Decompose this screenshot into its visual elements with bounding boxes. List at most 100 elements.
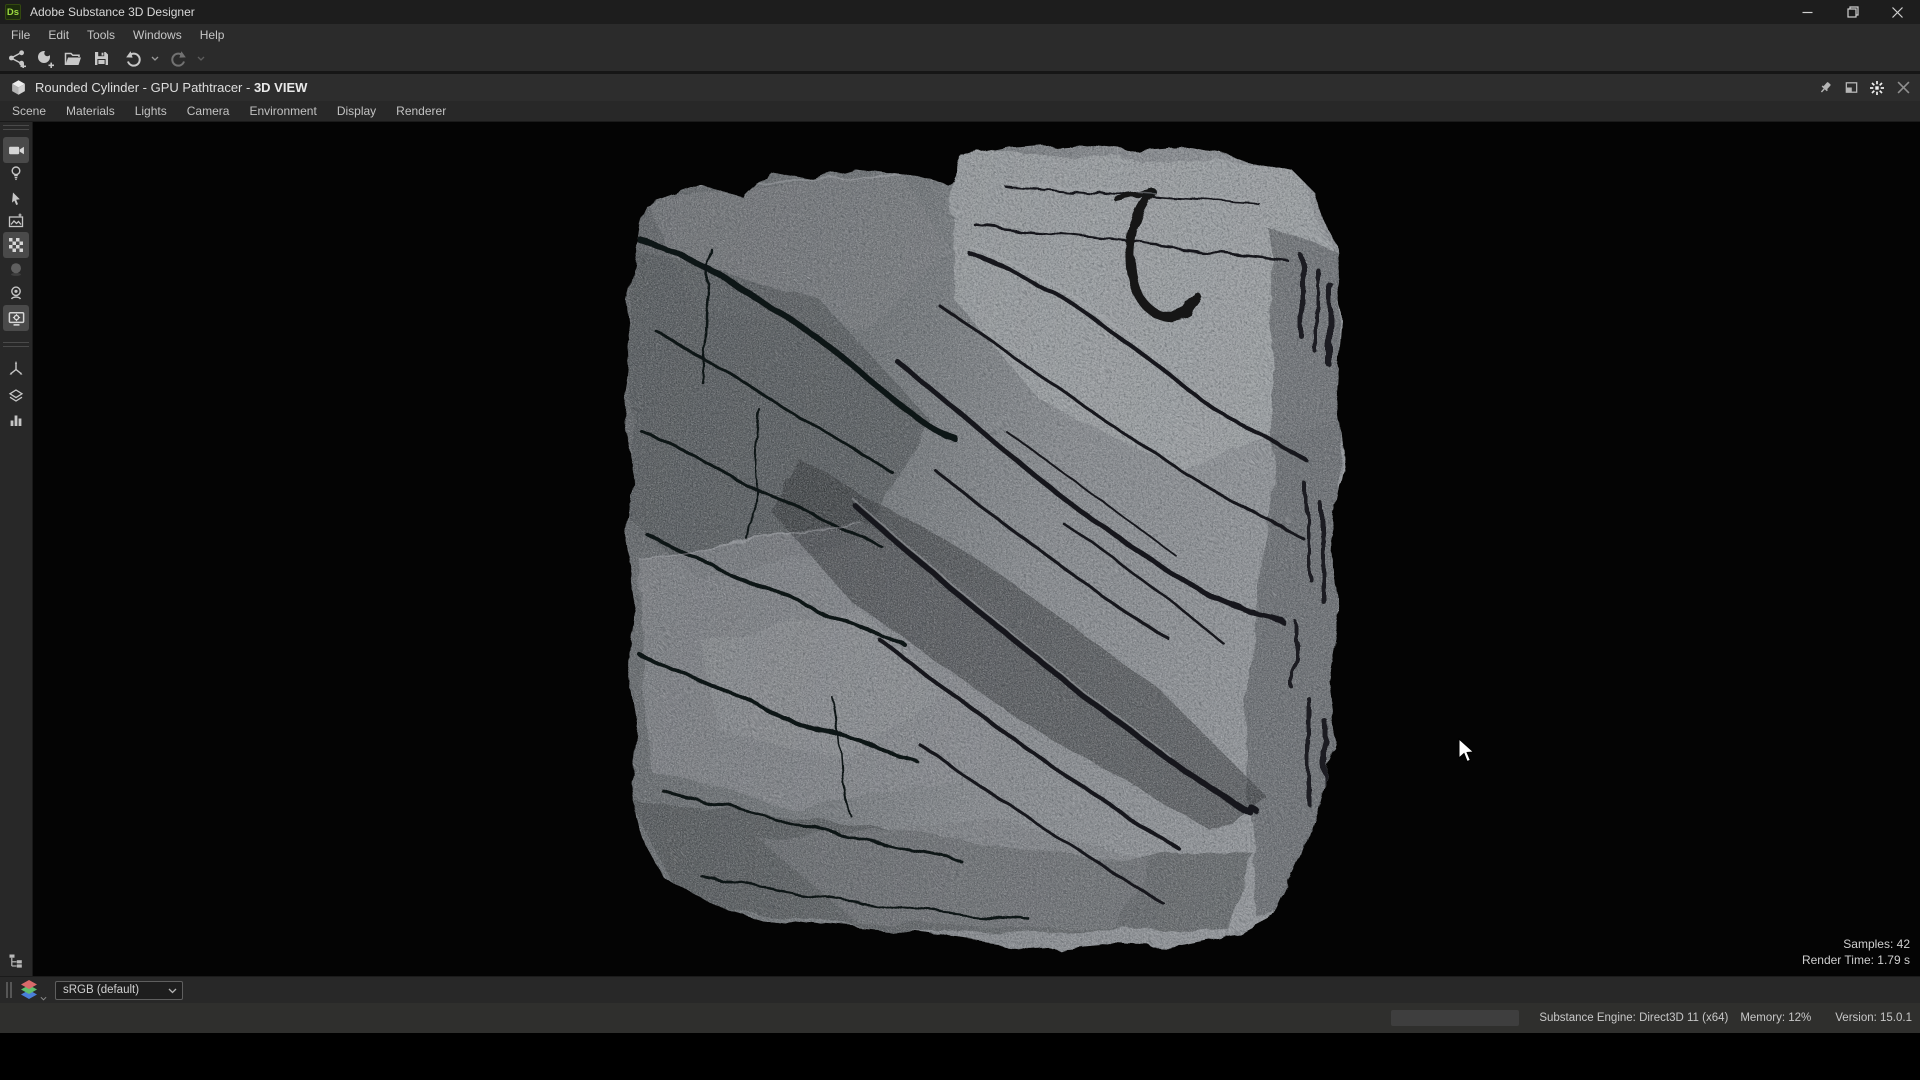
close-panel-button[interactable] (1890, 76, 1916, 100)
histogram-icon (8, 412, 24, 428)
color-layers-icon (19, 979, 39, 1001)
progress-bar (1391, 1010, 1519, 1026)
save-icon (93, 50, 110, 67)
new-package-icon (36, 49, 55, 68)
status-bar: Substance Engine: Direct3D 11 (x64) Memo… (0, 1003, 1920, 1033)
panel-title-prefix: Rounded Cylinder - GPU Pathtracer - (35, 80, 254, 95)
focus-icon (1869, 80, 1885, 96)
webcam-icon (8, 285, 24, 301)
gizmo-tool-button[interactable] (3, 355, 29, 381)
separator (3, 346, 29, 347)
light-bulb-icon (8, 165, 24, 181)
app-logo-icon: Ds (5, 4, 21, 20)
pin-panel-button[interactable] (1812, 76, 1838, 100)
sphere-tool-button[interactable] (3, 256, 29, 282)
samples-label: Samples: 42 (1802, 936, 1910, 952)
new-graph-button[interactable] (4, 47, 30, 70)
memory-label: Memory: 12% (1740, 1012, 1811, 1024)
restore-icon (1847, 6, 1859, 18)
view-menu-renderer[interactable]: Renderer (386, 102, 456, 120)
view-menu-scene[interactable]: Scene (2, 102, 56, 120)
redo-button[interactable] (166, 47, 192, 70)
minimize-icon (1802, 7, 1813, 18)
viewport-3d[interactable]: Samples: 42 Render Time: 1.79 s (33, 122, 1920, 976)
display-gear-icon (8, 310, 25, 327)
separator (3, 129, 29, 130)
separator (3, 342, 29, 343)
main-area: Samples: 42 Render Time: 1.79 s (0, 122, 1920, 976)
new-package-button[interactable] (32, 47, 58, 70)
cube-3d-icon (10, 79, 27, 96)
window-title: Adobe Substance 3D Designer (30, 5, 195, 19)
engine-label: Substance Engine: Direct3D 11 (x64) (1539, 1012, 1728, 1024)
view-menu-environment[interactable]: Environment (239, 102, 326, 120)
view-menu-display[interactable]: Display (327, 102, 386, 120)
mouse-cursor (1458, 738, 1478, 766)
layers-tool-button[interactable] (3, 383, 29, 409)
redo-options-button[interactable] (194, 47, 208, 70)
menu-windows[interactable]: Windows (124, 25, 191, 45)
close-icon (1897, 81, 1910, 94)
pin-icon (1818, 80, 1833, 95)
version-label: Version: 15.0.1 (1835, 1012, 1912, 1024)
material-tool-button[interactable] (3, 232, 29, 258)
menu-bar: File Edit Tools Windows Help (0, 24, 1920, 46)
title-bar: Ds Adobe Substance 3D Designer (0, 0, 1920, 24)
menu-help[interactable]: Help (191, 25, 234, 45)
drag-handle[interactable] (6, 982, 12, 998)
open-button[interactable] (60, 47, 86, 70)
layers-diamond-icon (8, 388, 24, 404)
dock-icon (1844, 80, 1859, 95)
menu-edit[interactable]: Edit (39, 25, 78, 45)
material-checker-icon (8, 237, 24, 253)
save-button[interactable] (88, 47, 114, 70)
webcam-tool-button[interactable] (3, 280, 29, 306)
view-menu-materials[interactable]: Materials (56, 102, 125, 120)
sphere-icon (8, 261, 24, 277)
close-button[interactable] (1875, 0, 1920, 24)
render-stats: Samples: 42 Render Time: 1.79 s (1802, 936, 1910, 968)
redo-options-chevron-icon (197, 56, 205, 61)
bottom-strip (0, 1033, 1920, 1080)
scene-tree-icon (8, 953, 24, 969)
histogram-tool-button[interactable] (3, 407, 29, 433)
view-menu-lights[interactable]: Lights (125, 102, 177, 120)
undo-options-button[interactable] (148, 47, 162, 70)
new-graph-icon (8, 49, 27, 68)
panel-header-3d-view[interactable]: Rounded Cylinder - GPU Pathtracer - 3D V… (0, 74, 1920, 101)
view-menu-camera[interactable]: Camera (177, 102, 240, 120)
display-settings-tool-button[interactable] (3, 305, 29, 331)
pointer-arrow-icon (8, 191, 24, 207)
redo-icon (170, 50, 188, 67)
restore-button[interactable] (1830, 0, 1875, 24)
chevron-down-icon (168, 988, 177, 994)
environment-image-tool-button[interactable] (3, 208, 29, 234)
dock-panel-button[interactable] (1838, 76, 1864, 100)
menu-file[interactable]: File (2, 25, 39, 45)
scene-tree-tool-button[interactable] (3, 948, 29, 974)
color-layers-button[interactable] (19, 979, 47, 1001)
panel-actions (1812, 74, 1916, 101)
axis-gizmo-icon (8, 360, 24, 376)
view-menu-bar: Scene Materials Lights Camera Environmen… (0, 101, 1920, 122)
app-window: Ds Adobe Substance 3D Designer File E (0, 0, 1920, 1080)
undo-button[interactable] (120, 47, 146, 70)
minimize-button[interactable] (1785, 0, 1830, 24)
video-camera-icon (8, 142, 25, 159)
viewport-toolbar (0, 122, 33, 976)
window-controls (1785, 0, 1920, 24)
bottom-bar: sRGB (default) (0, 976, 1920, 1003)
undo-options-chevron-icon (151, 56, 159, 61)
menu-tools[interactable]: Tools (78, 25, 124, 45)
panel-title-bold: 3D VIEW (254, 80, 307, 95)
color-profile-value: sRGB (default) (63, 984, 139, 996)
render-time-label: Render Time: 1.79 s (1802, 952, 1910, 968)
toolbar (0, 46, 1920, 71)
rock-render (33, 122, 1920, 976)
light-tool-button[interactable] (3, 160, 29, 186)
undo-icon (124, 50, 142, 67)
close-icon (1892, 7, 1903, 18)
focus-panel-button[interactable] (1864, 76, 1890, 100)
color-profile-dropdown[interactable]: sRGB (default) (55, 981, 183, 1000)
open-folder-icon (64, 51, 82, 67)
